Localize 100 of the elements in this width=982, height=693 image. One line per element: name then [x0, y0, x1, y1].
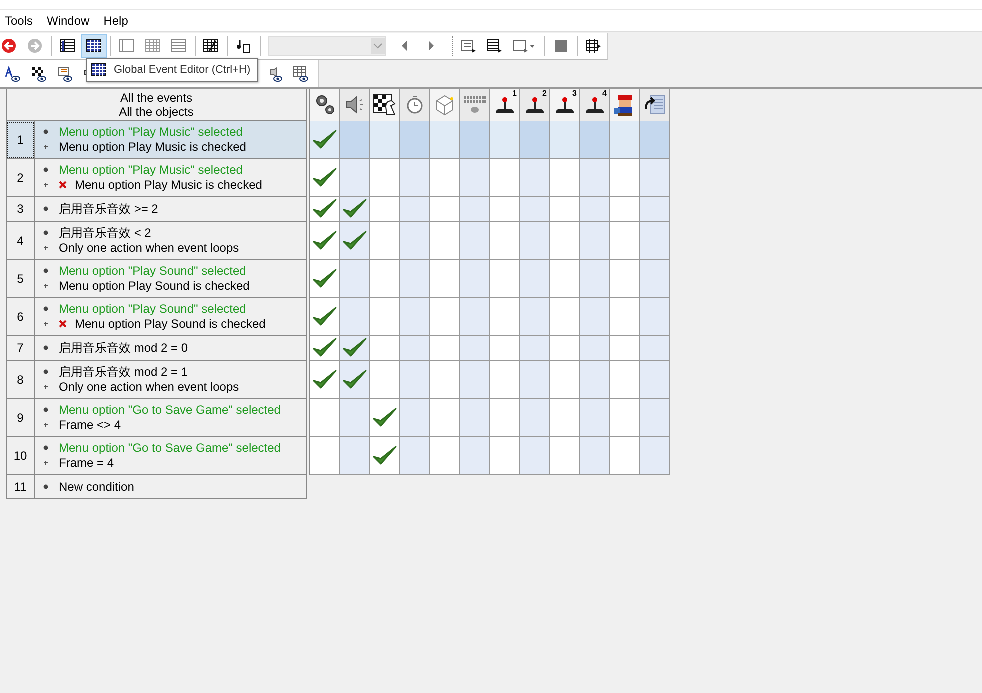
matrix-cell[interactable]	[490, 298, 520, 336]
event-number[interactable]: 10	[6, 437, 35, 475]
matrix-cell[interactable]	[580, 222, 610, 260]
matrix-cell[interactable]	[520, 121, 550, 159]
matrix-cell[interactable]	[490, 121, 520, 159]
matrix-cell[interactable]	[340, 336, 370, 361]
matrix-cell[interactable]	[490, 260, 520, 298]
matrix-cell[interactable]	[370, 298, 400, 336]
matrix-cell[interactable]	[310, 159, 340, 197]
matrix-cell[interactable]	[610, 361, 640, 399]
frame-arrow-icon[interactable]	[586, 38, 602, 54]
insert-table-icon[interactable]	[487, 38, 504, 54]
event-conditions[interactable]: New condition	[35, 475, 307, 499]
matrix-cell[interactable]	[460, 222, 490, 260]
matrix-cell[interactable]	[460, 260, 490, 298]
event-conditions[interactable]: Menu option "Play Sound" selected Menu option Play Sound is checked	[35, 260, 307, 298]
matrix-cell[interactable]	[460, 336, 490, 361]
matrix-cell[interactable]	[640, 399, 670, 437]
object-header[interactable]	[640, 89, 670, 121]
matrix-cell[interactable]	[310, 399, 340, 437]
matrix-cell[interactable]	[310, 437, 340, 475]
object-header[interactable]: 1	[490, 89, 520, 121]
matrix-cell[interactable]	[400, 361, 430, 399]
window-icon[interactable]	[513, 38, 530, 54]
matrix-cell[interactable]	[430, 298, 460, 336]
matrix-cell[interactable]	[490, 336, 520, 361]
matrix-cell[interactable]	[370, 159, 400, 197]
grid-icon[interactable]	[86, 38, 102, 54]
object-header[interactable]: 2	[520, 89, 550, 121]
event-conditions[interactable]: Menu option "Play Sound" selected Menu option Play Sound is checked	[35, 298, 307, 336]
event-number[interactable]: 11	[6, 475, 35, 499]
matrix-cell[interactable]	[520, 159, 550, 197]
matrix-cell[interactable]	[550, 159, 580, 197]
event-conditions[interactable]: 启用音乐音效 < 2 Only one action when event loops	[35, 222, 307, 260]
matrix-cell[interactable]	[580, 197, 610, 222]
matrix-cell[interactable]	[550, 399, 580, 437]
object-header[interactable]: 3	[550, 89, 580, 121]
matrix-cell[interactable]	[460, 361, 490, 399]
matrix-cell[interactable]	[520, 437, 550, 475]
matrix-cell[interactable]	[550, 260, 580, 298]
event-number[interactable]: 8	[6, 361, 35, 399]
matrix-cell[interactable]	[340, 437, 370, 475]
matrix-cell[interactable]	[340, 260, 370, 298]
matrix-cell[interactable]	[460, 437, 490, 475]
matrix-cell[interactable]	[490, 159, 520, 197]
matrix-cell[interactable]	[520, 260, 550, 298]
matrix-cell[interactable]	[430, 159, 460, 197]
object-header[interactable]	[370, 89, 400, 121]
matrix-cell[interactable]	[610, 437, 640, 475]
matrix-cell[interactable]	[580, 399, 610, 437]
matrix-cell[interactable]	[310, 298, 340, 336]
matrix-cell[interactable]	[610, 222, 640, 260]
stop-icon[interactable]	[553, 38, 570, 54]
matrix-cell[interactable]	[370, 437, 400, 475]
event-number[interactable]: 9	[6, 399, 35, 437]
matrix-cell[interactable]	[400, 298, 430, 336]
matrix-cell[interactable]	[460, 298, 490, 336]
matrix-cell[interactable]	[430, 336, 460, 361]
matrix-cell[interactable]	[490, 399, 520, 437]
matrix-cell[interactable]	[340, 361, 370, 399]
matrix-cell[interactable]	[640, 361, 670, 399]
matrix-cell[interactable]	[370, 260, 400, 298]
matrix-cell[interactable]	[490, 437, 520, 475]
matrix-cell[interactable]	[610, 298, 640, 336]
event-conditions[interactable]: Menu option "Go to Save Game" selected Frame <> 4	[35, 399, 307, 437]
event-conditions[interactable]: Menu option "Go to Save Game" selected Frame = 4	[35, 437, 307, 475]
object-header[interactable]	[340, 89, 370, 121]
matrix-cell[interactable]	[520, 197, 550, 222]
matrix-cell[interactable]	[580, 159, 610, 197]
matrix-cell[interactable]	[550, 298, 580, 336]
matrix-cell[interactable]	[460, 399, 490, 437]
matrix-cell[interactable]	[580, 260, 610, 298]
matrix-cell[interactable]	[490, 361, 520, 399]
matrix-cell[interactable]	[400, 260, 430, 298]
matrix-cell[interactable]	[490, 197, 520, 222]
matrix-cell[interactable]	[640, 197, 670, 222]
screen-eye-icon[interactable]	[57, 66, 73, 82]
matrix-cell[interactable]	[310, 260, 340, 298]
back-icon[interactable]	[1, 38, 17, 54]
matrix-cell[interactable]	[400, 437, 430, 475]
matrix-cell[interactable]	[460, 197, 490, 222]
matrix-cell[interactable]	[430, 260, 460, 298]
matrix-cell[interactable]	[610, 121, 640, 159]
matrix-cell[interactable]	[640, 222, 670, 260]
matrix-cell[interactable]	[610, 336, 640, 361]
matrix-cell[interactable]	[550, 361, 580, 399]
matrix-cell[interactable]	[340, 121, 370, 159]
matrix-cell[interactable]	[610, 159, 640, 197]
matrix-cell[interactable]	[370, 197, 400, 222]
matrix-cell[interactable]	[520, 298, 550, 336]
matrix-cell[interactable]	[490, 222, 520, 260]
event-conditions[interactable]: Menu option "Play Music" selected Menu option Play Music is checked	[35, 121, 307, 159]
object-header[interactable]	[610, 89, 640, 121]
note-icon[interactable]	[236, 38, 252, 54]
event-conditions[interactable]: 启用音乐音效 mod 2 = 0	[35, 336, 307, 361]
matrix-cell[interactable]	[640, 159, 670, 197]
matrix-cell[interactable]	[310, 121, 340, 159]
matrix-cell[interactable]	[640, 260, 670, 298]
matrix-cell[interactable]	[640, 121, 670, 159]
checker-eye-icon[interactable]	[31, 66, 47, 82]
